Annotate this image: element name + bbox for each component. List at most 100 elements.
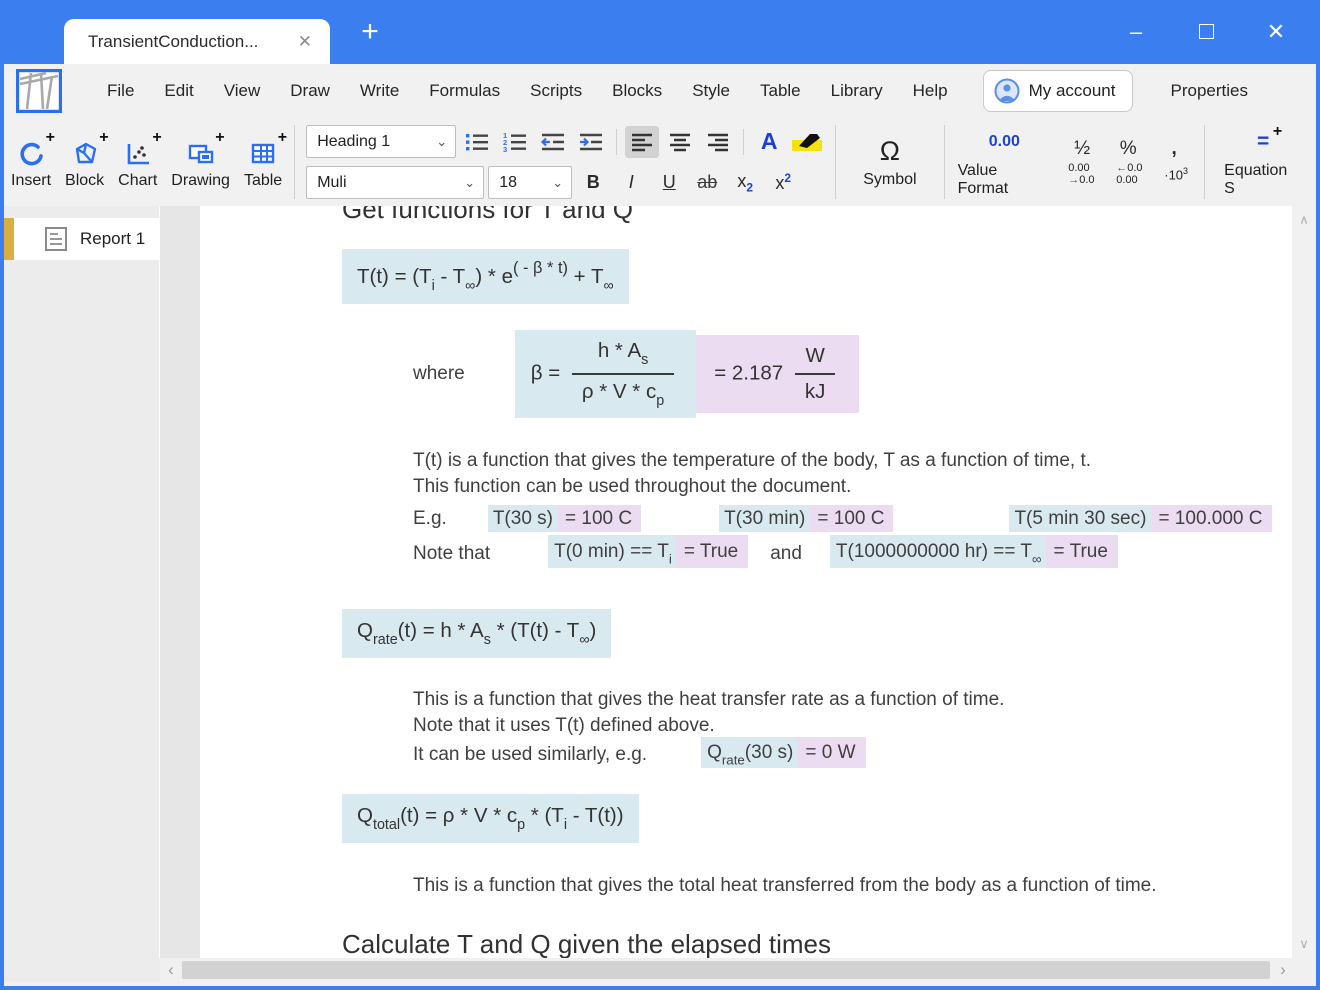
menu-edit[interactable]: Edit <box>149 73 208 109</box>
menu-table[interactable]: Table <box>745 73 816 109</box>
italic-button[interactable]: I <box>614 167 648 199</box>
strikethrough-icon: ab <box>691 172 723 193</box>
underline-button[interactable]: U <box>652 167 686 199</box>
thousands-separator-button[interactable]: , <box>1157 138 1191 160</box>
font-family-select[interactable]: Muli ⌄ <box>306 166 484 199</box>
tab-close-icon[interactable]: ✕ <box>294 32 316 52</box>
paragraph[interactable]: T(t) is a function that gives the temper… <box>413 448 1292 473</box>
section-heading[interactable]: Calculate T and Q given the elapsed time… <box>342 929 1292 958</box>
app-logo-icon <box>16 69 62 113</box>
chevron-down-icon: ⌄ <box>542 175 563 191</box>
bold-button[interactable]: B <box>576 167 610 199</box>
decrease-decimal-button[interactable]: 0.00 →0.0 <box>1068 163 1104 186</box>
equation-Q-total[interactable]: Qtotal(t) = ρ * V * cp * (Ti - T(t)) <box>342 794 639 843</box>
menu-help[interactable]: Help <box>898 73 963 109</box>
table-button[interactable]: + Table <box>237 118 289 206</box>
equation-icon: = + <box>1257 127 1269 157</box>
menu-file[interactable]: File <box>92 73 149 109</box>
paragraph[interactable]: Note that it uses T(t) defined above. <box>413 713 1292 738</box>
indent-button[interactable] <box>574 126 608 158</box>
vertical-scrollbar[interactable]: ∧ ∨ <box>1292 206 1316 958</box>
scroll-up-icon[interactable]: ∧ <box>1299 212 1309 228</box>
menu-view[interactable]: View <box>209 73 276 109</box>
minimize-button[interactable]: – <box>1122 19 1150 45</box>
equation-Q-rate[interactable]: Qrate(t) = h * As * (T(t) - T∞) <box>342 609 611 658</box>
highlight-button[interactable] <box>790 126 824 158</box>
menu-library[interactable]: Library <box>816 73 898 109</box>
percent-format-button[interactable]: % <box>1111 138 1145 160</box>
equation-beta[interactable]: β = h * Asρ * V * cp <box>515 330 696 418</box>
align-center-icon <box>668 132 692 152</box>
toolbar-separator <box>616 129 617 155</box>
outdent-icon <box>540 131 566 153</box>
note-line[interactable]: Note that T(0 min) == Ti= True and T(100… <box>413 541 1292 567</box>
scientific-notation-button[interactable]: ·103 <box>1164 166 1188 182</box>
scroll-right-icon[interactable]: › <box>1272 960 1294 980</box>
inline-result[interactable]: Qrate(30 s)= 0 W <box>701 742 865 768</box>
toolbar-separator <box>1204 125 1205 199</box>
maximize-button[interactable] <box>1192 19 1220 45</box>
paragraph[interactable]: This is a function that gives the heat t… <box>413 687 1292 712</box>
chevron-down-icon: ⌄ <box>426 134 447 150</box>
example-line[interactable]: E.g. T(30 s)= 100 C T(30 min)= 100 C T(5… <box>413 508 1292 530</box>
app-window: TransientConduction... ✕ + – ✕ File Edit… <box>0 0 1320 990</box>
window-controls: – ✕ <box>1122 14 1290 50</box>
insert-button[interactable]: + Insert <box>4 118 58 206</box>
menu-formulas[interactable]: Formulas <box>414 73 515 109</box>
chevron-down-icon: ⌄ <box>454 175 475 191</box>
style-group: Heading 1 ⌄ 1 2 3 <box>300 118 830 206</box>
scroll-left-icon[interactable]: ‹ <box>160 960 182 980</box>
sidebar-item-report-1[interactable]: Report 1 <box>4 218 159 260</box>
numbered-list-button[interactable]: 1 2 3 <box>498 126 532 158</box>
equation-T-of-t[interactable]: T(t) = (Ti - T∞) * e( - β * t) + T∞ <box>342 249 629 304</box>
eg-label: E.g. <box>413 508 447 530</box>
horizontal-scroll-thumb[interactable] <box>182 961 1270 979</box>
align-right-button[interactable] <box>701 126 735 158</box>
drawing-button[interactable]: + Drawing <box>164 118 237 206</box>
block-button[interactable]: + Block <box>58 118 111 206</box>
font-color-button[interactable]: A <box>752 126 786 158</box>
where-line[interactable]: where β = h * Asρ * V * cp= 2.187 WkJ <box>413 330 1292 418</box>
fraction-format-button[interactable]: ½ <box>1065 138 1099 160</box>
increase-decimal-button[interactable]: ←0.0 0.00 <box>1116 163 1152 186</box>
new-tab-button[interactable]: + <box>352 14 388 50</box>
paragraph[interactable]: This is a function that gives the total … <box>413 873 1292 898</box>
menu-properties[interactable]: Properties <box>1171 81 1248 101</box>
drawing-icon <box>186 140 216 168</box>
close-button[interactable]: ✕ <box>1262 19 1290 45</box>
usage-line[interactable]: It can be used similarly, e.g. Qrate(30 … <box>413 742 1292 768</box>
my-account-button[interactable]: My account <box>983 70 1133 112</box>
inline-result[interactable]: T(30 s)= 100 C <box>488 508 641 530</box>
paragraph[interactable]: This function can be used throughout the… <box>413 474 1292 499</box>
strikethrough-button[interactable]: ab <box>690 167 724 199</box>
horizontal-scrollbar[interactable]: ‹ › <box>160 958 1316 982</box>
inline-result[interactable]: T(30 min)= 100 C <box>719 508 893 530</box>
menu-scripts[interactable]: Scripts <box>515 73 597 109</box>
symbol-button[interactable]: Ω Symbol <box>841 118 938 206</box>
menu-write[interactable]: Write <box>345 73 414 109</box>
bullet-list-button[interactable] <box>460 126 494 158</box>
menu-style[interactable]: Style <box>677 73 745 109</box>
document-page[interactable]: Get functions for T and Q T(t) = (Ti - T… <box>200 206 1292 958</box>
chart-button[interactable]: + Chart <box>111 118 164 206</box>
menu-blocks[interactable]: Blocks <box>597 73 677 109</box>
paragraph-style-select[interactable]: Heading 1 ⌄ <box>306 125 456 158</box>
inline-result[interactable]: T(1000000000 hr) == T∞= True <box>830 541 1118 567</box>
align-center-button[interactable] <box>663 126 697 158</box>
outdent-button[interactable] <box>536 126 570 158</box>
report-document-icon <box>44 226 68 252</box>
menu-draw[interactable]: Draw <box>275 73 345 109</box>
superscript-button[interactable]: x2 <box>766 167 800 199</box>
value-format-button[interactable]: 0.00 Value Format <box>958 127 1052 198</box>
scroll-down-icon[interactable]: ∨ <box>1299 936 1309 952</box>
section-heading[interactable]: Get functions for T and Q <box>342 206 1292 225</box>
equation-button[interactable]: = + Equation S <box>1210 118 1316 206</box>
subscript-button[interactable]: x2 <box>728 167 762 199</box>
document-tab[interactable]: TransientConduction... ✕ <box>64 19 330 64</box>
highlighter-icon <box>791 131 823 153</box>
inline-result[interactable]: T(5 min 30 sec)= 100.000 C <box>1009 508 1271 530</box>
align-left-button[interactable] <box>625 126 659 158</box>
inline-result[interactable]: T(0 min) == Ti= True <box>548 541 748 567</box>
font-size-select[interactable]: 18 ⌄ <box>488 166 572 199</box>
page-gutter <box>161 206 200 958</box>
